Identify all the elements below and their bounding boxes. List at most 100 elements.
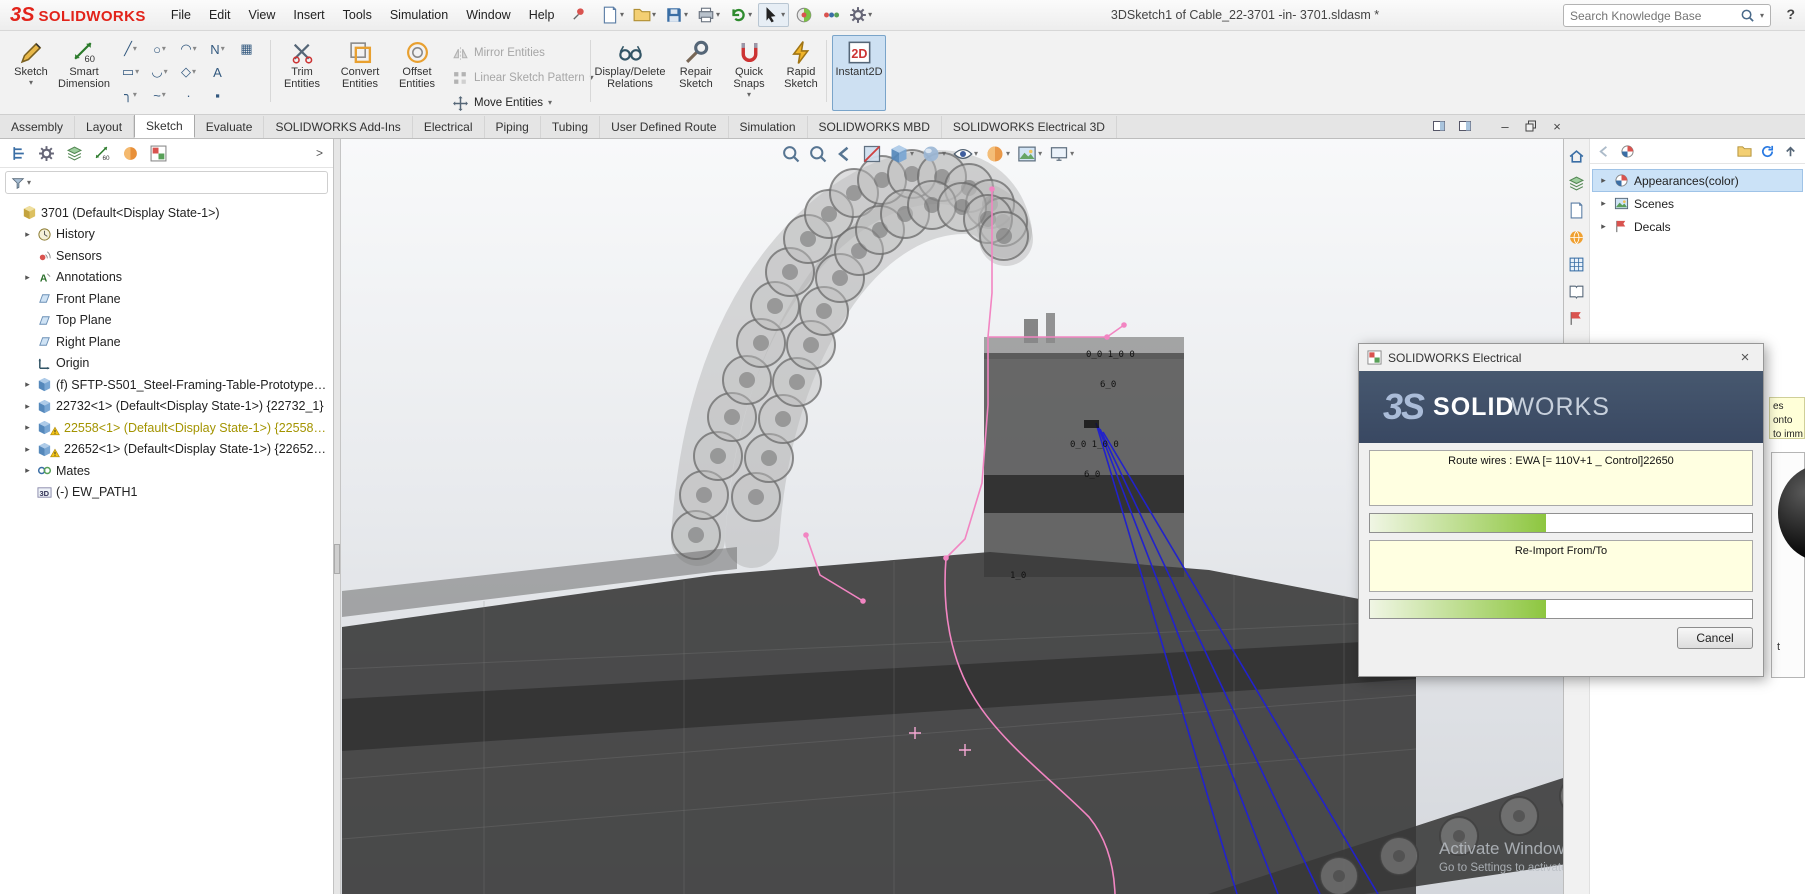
spline-tool-button[interactable]: N ▾ (203, 38, 232, 60)
tree-item-22558[interactable]: ▸ 22558<1> (Default<Display State-1>) {2… (2, 417, 331, 439)
circle-tool-button[interactable]: ○ ▾ (145, 38, 174, 60)
search-icon[interactable] (1740, 8, 1755, 23)
tree-item-ew-path1[interactable]: (-) EW_PATH1 (2, 482, 331, 504)
move-entities-caret-icon[interactable]: ▾ (548, 99, 552, 107)
trim-entities-button[interactable]: Trim Entities (276, 35, 328, 111)
tab-electrical[interactable]: Electrical (413, 116, 485, 138)
home-tab-icon[interactable] (1568, 148, 1585, 165)
expander-icon[interactable]: ▸ (22, 444, 33, 455)
offset-entities-button[interactable]: Offset Entities (392, 35, 442, 111)
up-level-icon[interactable] (1783, 144, 1798, 159)
tree-item-appearances-color[interactable]: ▸ Appearances(color) (1592, 169, 1803, 192)
tree-item-history[interactable]: ▸ History (2, 224, 331, 246)
configuration-manager-tab-icon[interactable] (66, 145, 83, 162)
tree-root-assembly[interactable]: 3701 (Default<Display State-1>) (2, 202, 331, 224)
previous-view-button[interactable] (835, 144, 855, 164)
custom-properties-tab-icon[interactable] (1568, 256, 1585, 273)
electrical-manager-tab-icon[interactable] (150, 145, 167, 162)
tab-solidworks-mbd[interactable]: SOLIDWORKS MBD (808, 116, 942, 138)
tree-item-front-plane[interactable]: Front Plane (2, 288, 331, 310)
panel-splitter[interactable] (334, 139, 341, 894)
minimize-button[interactable]: – (1496, 117, 1514, 135)
tree-item-annotations[interactable]: ▸ Annotations (2, 267, 331, 289)
construction-tool-button[interactable]: ▪ (203, 84, 232, 106)
tree-item-origin[interactable]: Origin (2, 353, 331, 375)
tree-item-scenes[interactable]: ▸ Scenes (1592, 192, 1803, 215)
tab-tubing[interactable]: Tubing (541, 116, 601, 138)
expander-icon[interactable]: ▸ (22, 422, 33, 433)
close-document-button[interactable]: × (1548, 117, 1566, 135)
menu-window[interactable]: Window (457, 3, 519, 27)
point-tool-button[interactable]: · (174, 84, 203, 106)
edit-appearance-button[interactable]: ▾ (985, 144, 1010, 164)
line-tool-button[interactable]: ╱ ▾ (116, 38, 145, 60)
move-entities-button[interactable]: Move Entities ▾ (452, 92, 552, 114)
options-button[interactable]: ▾ (846, 4, 875, 26)
save-button[interactable]: ▾ (662, 4, 691, 26)
repair-sketch-button[interactable]: Repair Sketch (670, 35, 722, 111)
tree-item-mates[interactable]: ▸ Mates (2, 460, 331, 482)
quick-snaps-caret-icon[interactable]: ▾ (747, 91, 751, 99)
tree-item-right-plane[interactable]: Right Plane (2, 331, 331, 353)
menu-insert[interactable]: Insert (284, 3, 333, 27)
section-view-button[interactable] (862, 144, 882, 164)
tree-filter-input[interactable]: ▾ (5, 171, 328, 194)
new-document-button[interactable]: ▾ (598, 4, 627, 26)
expander-icon[interactable]: ▸ (22, 229, 33, 240)
open-button[interactable]: ▾ (630, 4, 659, 26)
pin-menu-icon[interactable] (563, 6, 594, 24)
tree-item-top-plane[interactable]: Top Plane (2, 310, 331, 332)
knowledge-search[interactable]: ▾ (1563, 4, 1771, 27)
text-tool-button[interactable]: A (203, 61, 232, 83)
expander-icon[interactable]: ▸ (1598, 221, 1609, 232)
library-tab-icon[interactable] (1568, 283, 1585, 300)
tab-layout[interactable]: Layout (75, 116, 135, 138)
tab-sketch[interactable]: Sketch (134, 114, 195, 138)
sketch-grid-button[interactable]: ▦ (232, 38, 261, 60)
tab-solidworks-add-ins[interactable]: SOLIDWORKS Add-Ins (264, 116, 413, 138)
menu-view[interactable]: View (240, 3, 285, 27)
smart-dimension-button[interactable]: Smart Dimension (55, 35, 113, 111)
expander-icon[interactable]: ▸ (22, 379, 33, 390)
slot-tool-button[interactable]: ╮ ▾ (116, 84, 145, 106)
expander-icon[interactable]: ▸ (1598, 175, 1609, 186)
convert-entities-button[interactable]: Convert Entities (332, 35, 388, 111)
tree-item-sftp-s501[interactable]: ▸ (f) SFTP-S501_Steel-Framing-Table-Prot… (2, 374, 331, 396)
menu-file[interactable]: File (162, 3, 200, 27)
dialog-title-bar[interactable]: SOLIDWORKS Electrical × (1359, 344, 1763, 371)
tab-simulation[interactable]: Simulation (729, 116, 808, 138)
sketch-caret-icon[interactable]: ▾ (29, 79, 33, 87)
arc2-tool-button[interactable]: ◡ ▾ (145, 61, 174, 83)
menu-simulation[interactable]: Simulation (381, 3, 457, 27)
expander-icon[interactable]: ▸ (22, 401, 33, 412)
expander-icon[interactable]: ▸ (22, 465, 33, 476)
panel-flyout-icon[interactable]: > (316, 146, 323, 160)
pane-toggle-right-icon[interactable] (1456, 117, 1474, 135)
apply-scene-button[interactable]: ▾ (1017, 144, 1042, 164)
new-folder-icon[interactable] (1737, 144, 1752, 159)
file-explorer-tab-icon[interactable] (1568, 202, 1585, 219)
display-manager-tab-icon[interactable] (122, 145, 139, 162)
quick-snaps-button[interactable]: Quick Snaps ▾ (726, 35, 772, 111)
back-icon[interactable] (1597, 144, 1612, 159)
splitter-grip[interactable] (334, 544, 340, 574)
tree-item-sensors[interactable]: Sensors (2, 245, 331, 267)
rapid-sketch-button[interactable]: Rapid Sketch (776, 35, 826, 111)
dialog-close-icon[interactable]: × (1735, 349, 1755, 366)
menu-edit[interactable]: Edit (200, 3, 240, 27)
zoom-fit-button[interactable] (781, 144, 801, 164)
instant2d-button[interactable]: Instant2D (832, 35, 886, 111)
tree-item-22732[interactable]: ▸ 22732<1> (Default<Display State-1>) {2… (2, 396, 331, 418)
zoom-area-button[interactable] (808, 144, 828, 164)
appearances-tab-icon[interactable] (1568, 175, 1585, 192)
freehand-spline-button[interactable]: ~ ▾ (145, 84, 174, 106)
tab-user-defined-route[interactable]: User Defined Route (600, 116, 729, 138)
view-orientation-button[interactable]: ▾ (889, 144, 914, 164)
3d-content-tab-icon[interactable] (1568, 229, 1585, 246)
tab-evaluate[interactable]: Evaluate (195, 116, 265, 138)
ellipse-tool-button[interactable]: ◇ ▾ (174, 61, 203, 83)
expander-icon[interactable]: ▸ (22, 272, 33, 283)
forum-tab-icon[interactable] (1568, 310, 1585, 327)
rebuild-button[interactable] (792, 4, 816, 26)
menu-help[interactable]: Help (520, 3, 564, 27)
